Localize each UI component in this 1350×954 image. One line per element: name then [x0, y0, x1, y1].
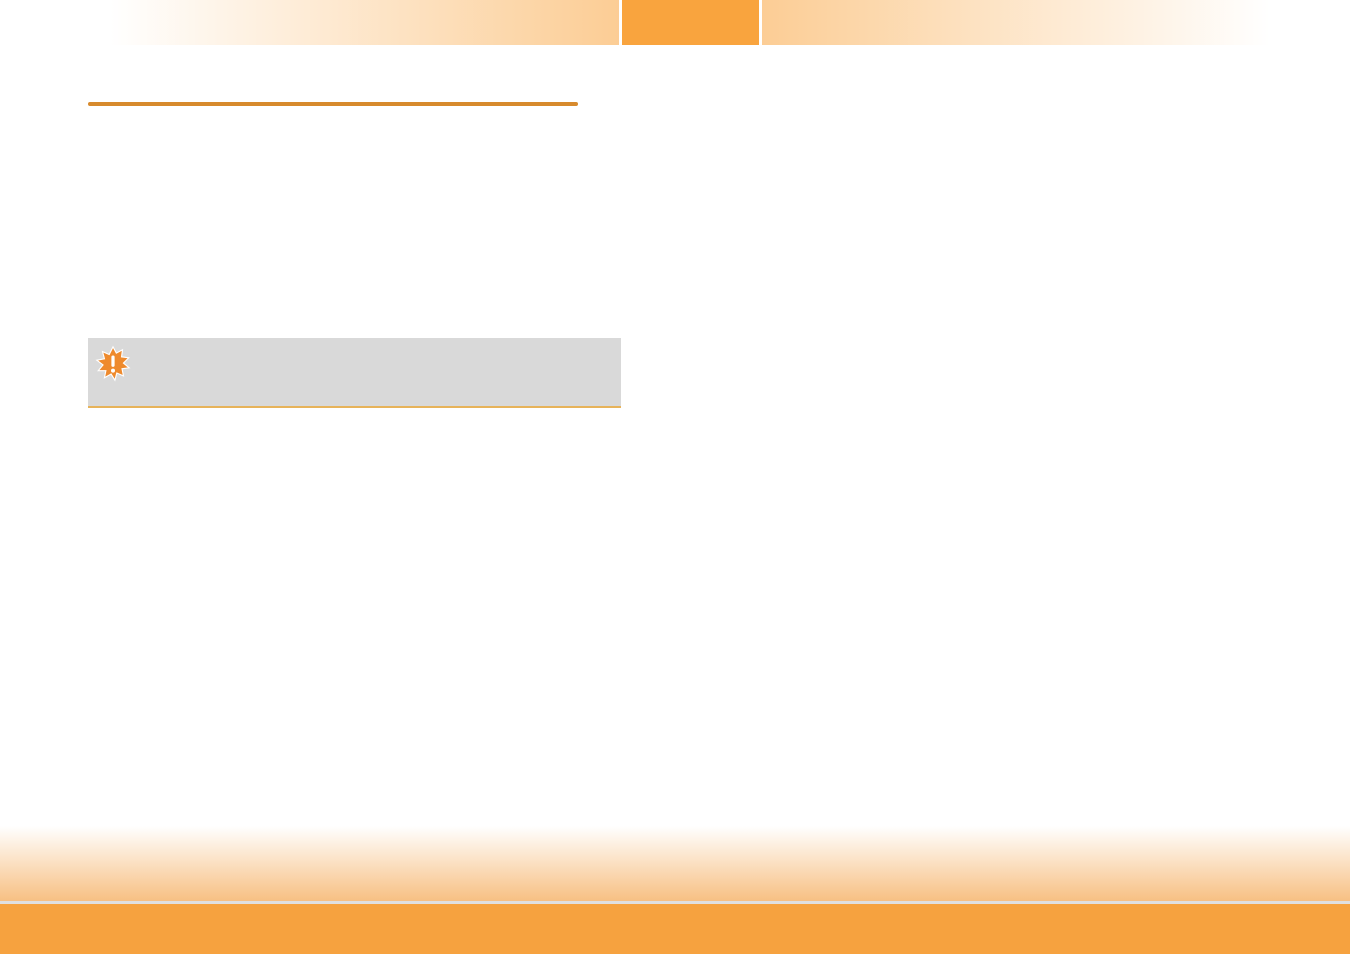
tab-segment-right [762, 0, 1271, 45]
attention-burst-icon [94, 345, 132, 383]
heading-underline [88, 102, 578, 106]
footer-bar [0, 901, 1350, 954]
tab-segment-active [619, 0, 762, 45]
footer-fade [0, 826, 1350, 901]
callout-panel [88, 338, 621, 408]
tab-bar [110, 0, 1270, 45]
tab-segment-left [110, 0, 619, 45]
